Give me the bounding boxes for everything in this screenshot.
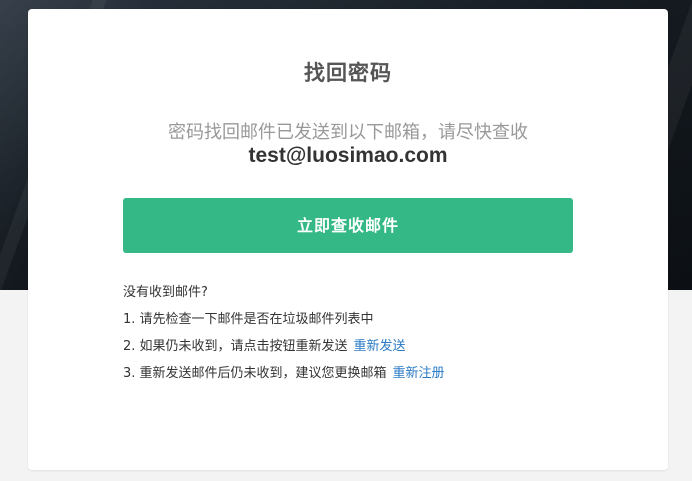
sent-notice: 密码找回邮件已发送到以下邮箱，请尽快查收 xyxy=(168,122,528,143)
help-question: 没有收到邮件? xyxy=(123,285,208,300)
help-item-2: 2. 如果仍未收到，请点击按钮重新发送 重新发送 xyxy=(123,337,583,364)
help-section: 没有收到邮件? 1. 请先检查一下邮件是否在垃圾邮件列表中 2. 如果仍未收到，… xyxy=(123,283,583,391)
resend-link[interactable]: 重新发送 xyxy=(354,339,406,354)
reregister-link[interactable]: 重新注册 xyxy=(393,366,445,381)
help-item-1: 1. 请先检查一下邮件是否在垃圾邮件列表中 xyxy=(123,312,374,327)
recovery-card: 找回密码 密码找回邮件已发送到以下邮箱，请尽快查收 test@luosimao.… xyxy=(28,9,668,470)
help-item-3: 3. 重新发送邮件后仍未收到，建议您更换邮箱 重新注册 xyxy=(123,364,583,391)
page-title: 找回密码 xyxy=(304,61,392,85)
check-email-button[interactable]: 立即查收邮件 xyxy=(123,198,573,253)
help-item-3-text: 3. 重新发送邮件后仍未收到，建议您更换邮箱 xyxy=(123,366,387,381)
email-address: test@luosimao.com xyxy=(248,144,448,167)
help-item-2-text: 2. 如果仍未收到，请点击按钮重新发送 xyxy=(123,339,348,354)
